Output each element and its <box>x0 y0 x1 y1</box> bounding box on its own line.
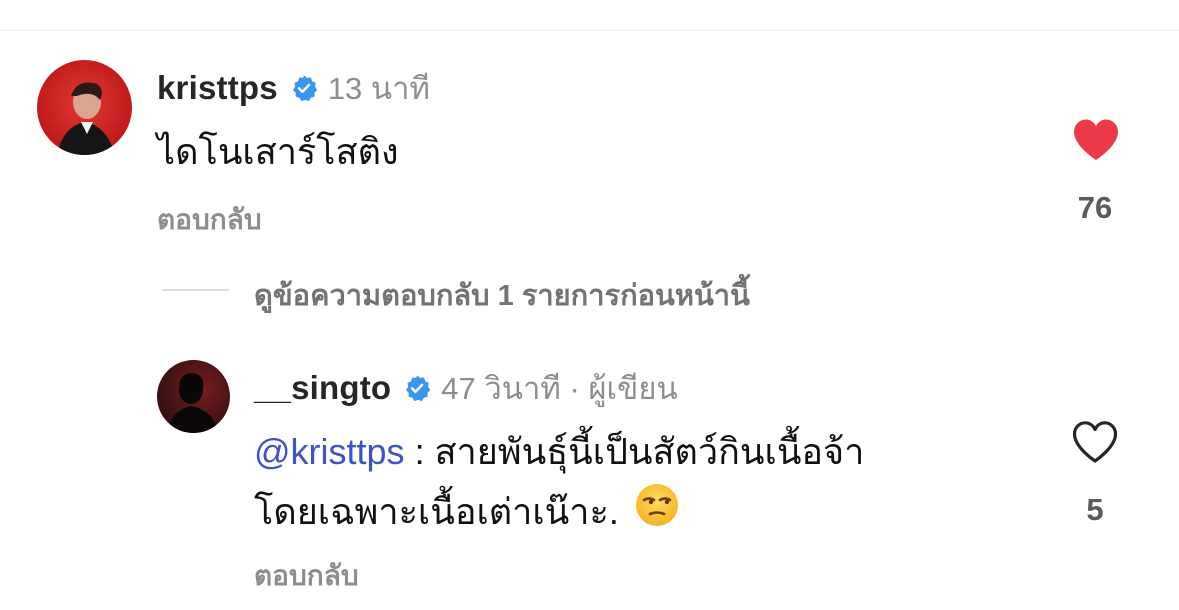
reply-button[interactable]: ตอบกลับ <box>254 554 359 598</box>
verified-badge-icon <box>403 374 431 402</box>
unamused-face-emoji <box>635 483 679 545</box>
reply-thread-line <box>162 289 229 291</box>
comment-text-line-1: @kristtps : สายพันธุ์นี้เป็นสัตว์กินเนื้… <box>254 422 864 482</box>
like-count: 5 <box>1086 492 1104 527</box>
heart-outline-icon[interactable] <box>1071 420 1119 469</box>
avatar-singto[interactable] <box>157 360 230 433</box>
comment-time: 13 นาที <box>327 71 430 106</box>
heart-filled-icon[interactable] <box>1072 118 1120 167</box>
comment-text: ไดโนเสาร์โสติง <box>157 131 399 172</box>
view-previous-replies-button[interactable]: ดูข้อความตอบกลับ 1 รายการก่อนหน้านี้ <box>254 272 750 318</box>
like-count: 76 <box>1077 190 1113 225</box>
top-divider <box>0 30 1179 31</box>
avatar-kristtps[interactable] <box>37 60 132 155</box>
comment-header: __singto 47 วินาที · ผู้เขียน <box>254 366 678 410</box>
verified-badge-icon <box>290 74 318 102</box>
username[interactable]: __singto <box>254 369 391 407</box>
comment-text-part: โดยเฉพาะเนื้อเต่าเน๊าะ. <box>254 491 619 532</box>
comment-text-line-2: โดยเฉพาะเนื้อเต่าเน๊าะ. <box>254 482 679 545</box>
reply-button[interactable]: ตอบกลับ <box>157 198 262 242</box>
comment-time: 47 วินาที · ผู้เขียน <box>441 371 678 406</box>
comment-text-part: : สายพันธุ์นี้เป็นสัตว์กินเนื้อจ้า <box>404 431 865 472</box>
mention-link[interactable]: @kristtps <box>254 431 405 472</box>
comment-header: kristtps 13 นาที <box>157 66 430 110</box>
username[interactable]: kristtps <box>157 69 278 107</box>
